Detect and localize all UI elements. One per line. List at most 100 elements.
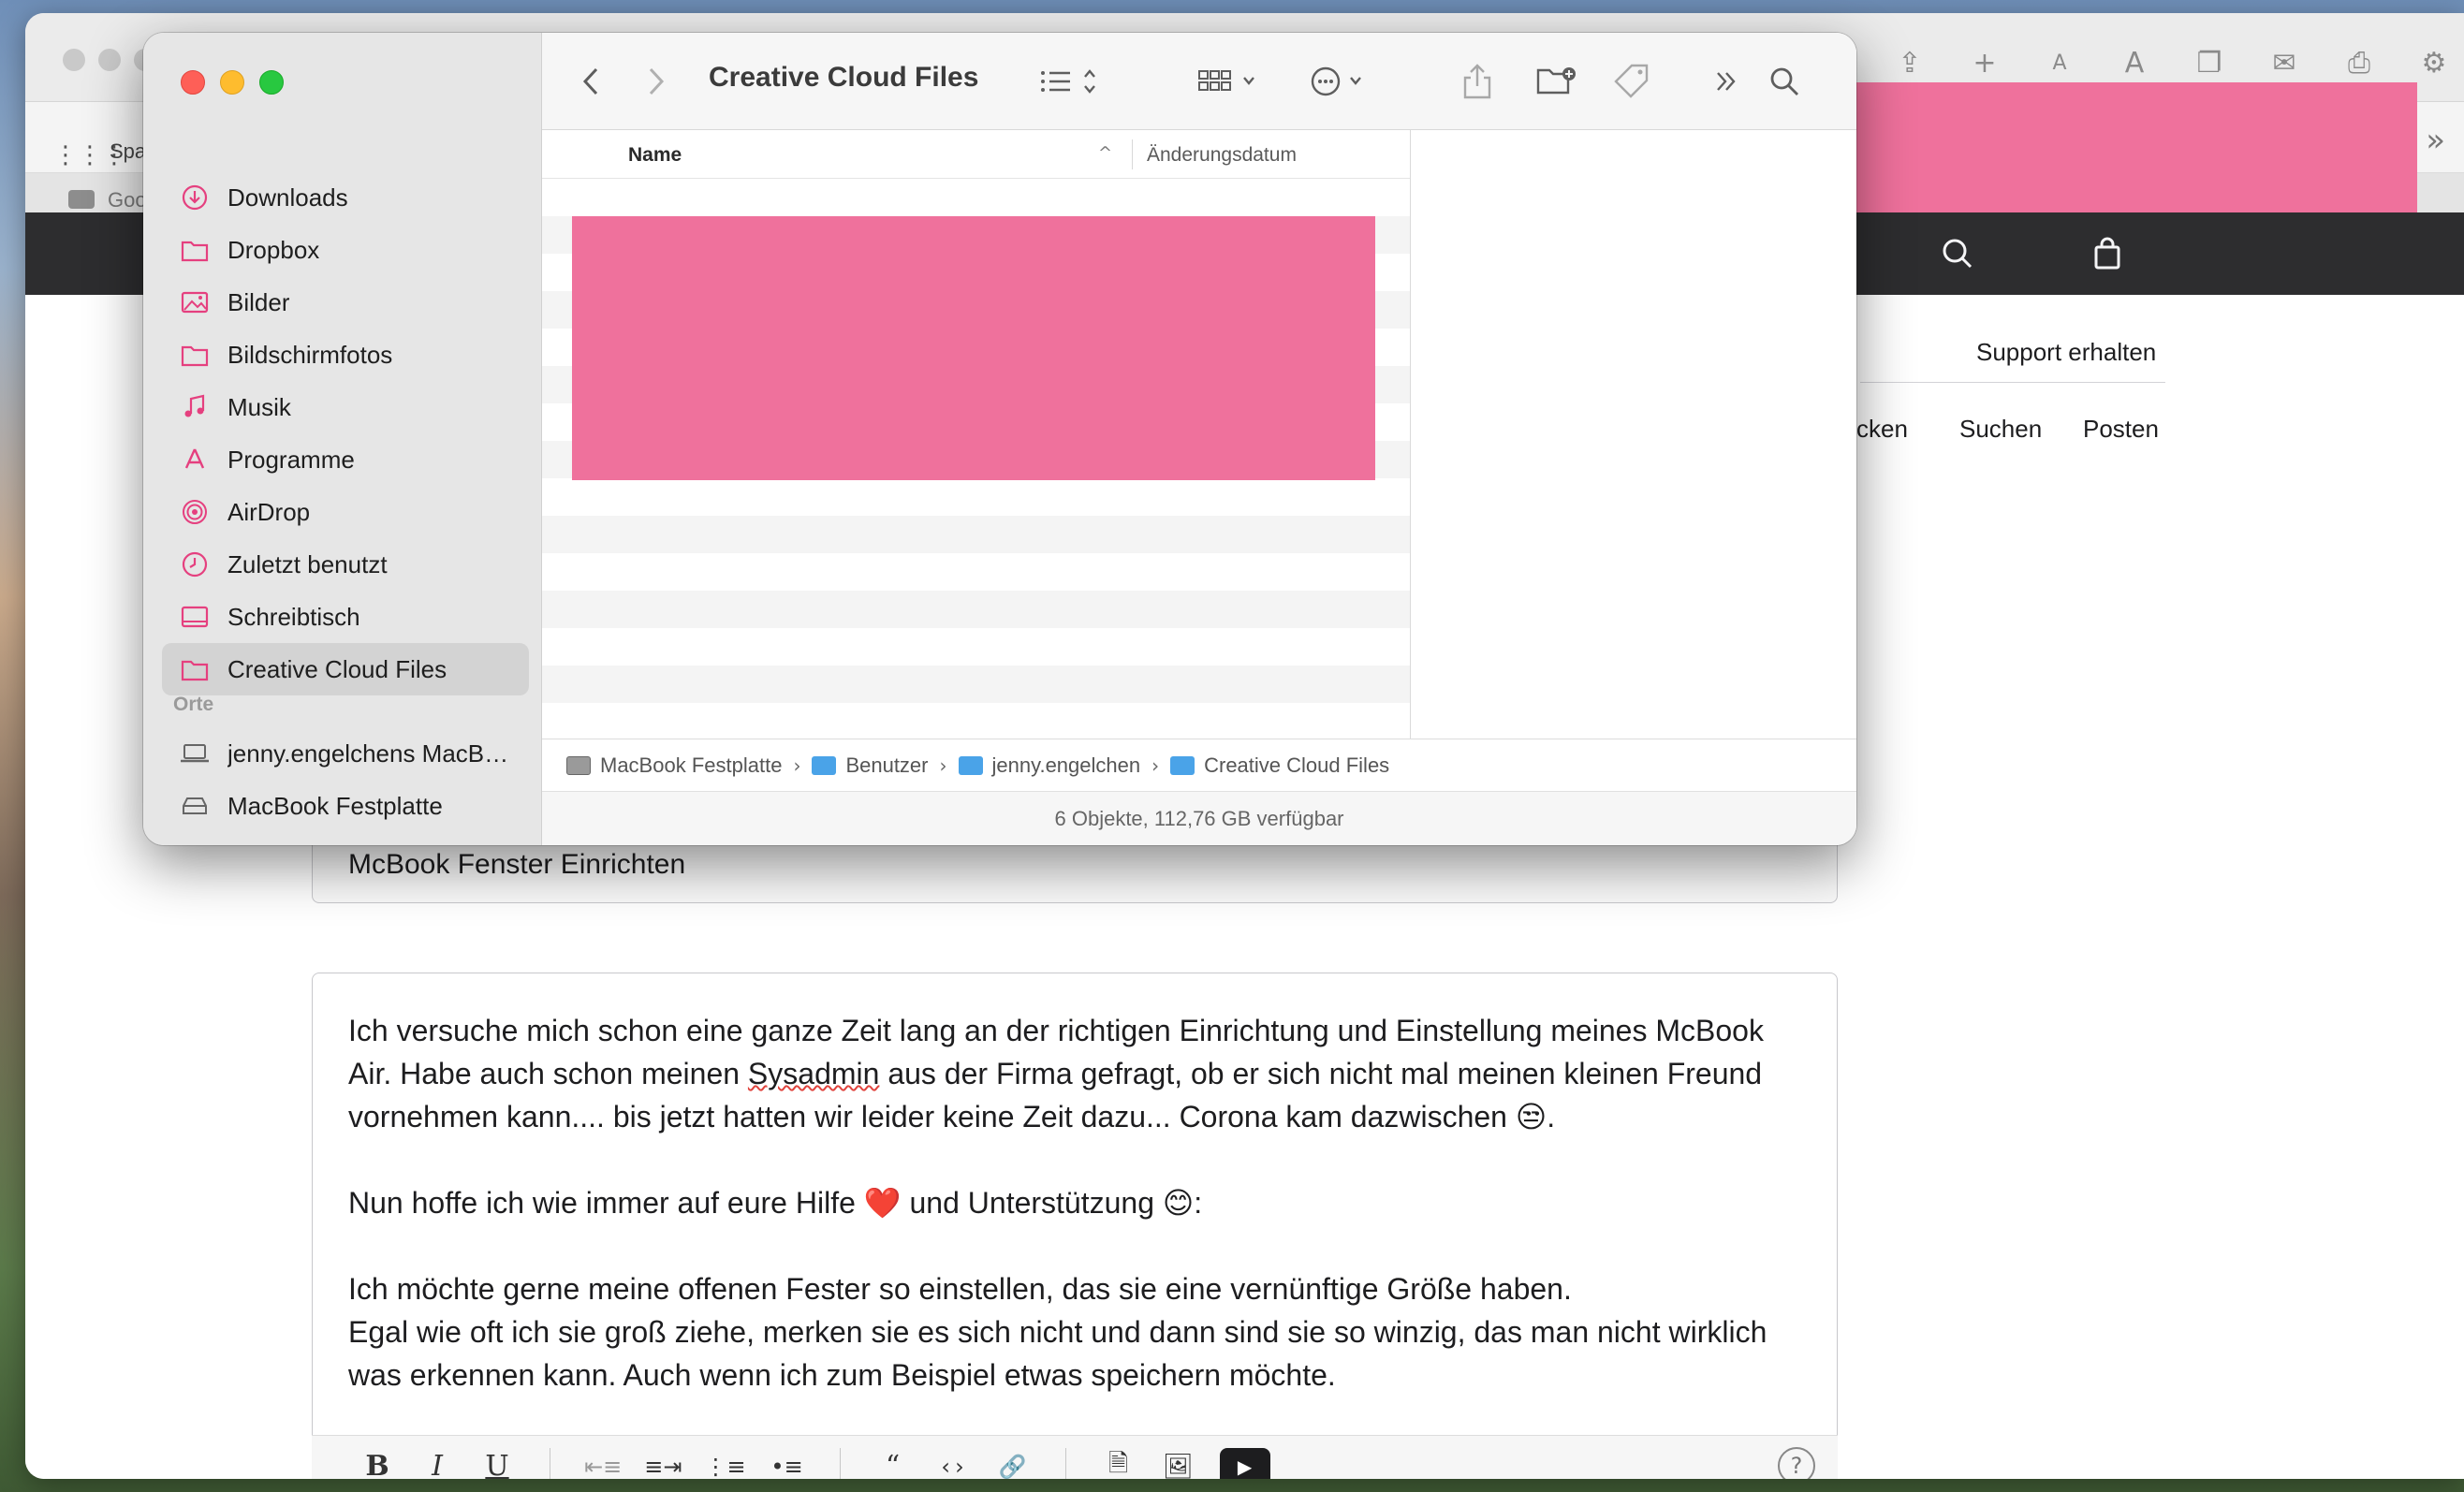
- finder-window: Downloads Dropbox Bilder Bildschirmfotos…: [143, 33, 1856, 845]
- bold-button[interactable]: B: [359, 1448, 396, 1479]
- sidebar-item-label: jenny.engelchens MacBook Air: [227, 739, 518, 768]
- close-button[interactable]: [181, 70, 205, 95]
- outdent-icon[interactable]: ⇤≡: [584, 1448, 622, 1480]
- tab-label[interactable]: Goo: [108, 188, 147, 212]
- favorite-item[interactable]: Spa: [110, 139, 146, 164]
- folder-icon: [179, 339, 211, 371]
- sidebar-item-downloads[interactable]: Downloads: [162, 171, 529, 224]
- sidebar-item-schreibtisch[interactable]: Schreibtisch: [162, 591, 529, 643]
- sidebar-item-creative-cloud-files[interactable]: Creative Cloud Files: [162, 643, 529, 695]
- zoom-button[interactable]: [259, 70, 284, 95]
- paragraph-line: Ich möchte gerne meine offenen Fester so…: [348, 1272, 1572, 1306]
- new-tab-icon[interactable]: +: [1968, 47, 2002, 80]
- sidebar-item-bilder[interactable]: Bilder: [162, 276, 529, 329]
- folder-icon: [958, 755, 983, 775]
- text: :: [1194, 1186, 1203, 1220]
- sidebar-item-label: AirDrop: [227, 497, 311, 526]
- path-item[interactable]: jenny.engelchen: [958, 753, 1140, 778]
- indent-icon[interactable]: ≡⇥: [644, 1448, 682, 1480]
- post-body-editor[interactable]: Ich versuche mich schon eine ganze Zeit …: [312, 973, 1838, 1479]
- more-tabs-icon[interactable]: »: [2426, 122, 2445, 159]
- editor-toolbar: B I U ⇤≡ ≡⇥ ⋮≡ •≡ “ ‹› 🔗 🗎 🖼 ▶ ?: [312, 1435, 1838, 1479]
- double-chevron-right-icon: [1717, 72, 1736, 91]
- bullet-list-icon[interactable]: •≡: [769, 1448, 806, 1480]
- unamused-emoji: 😒: [1515, 1099, 1547, 1134]
- hard-disk-icon: [566, 755, 591, 775]
- text-larger-icon[interactable]: A: [2118, 47, 2151, 80]
- settings-gear-icon[interactable]: ⚙: [2417, 47, 2451, 80]
- underline-button[interactable]: U: [478, 1448, 516, 1479]
- code-icon[interactable]: ‹›: [934, 1448, 972, 1480]
- text: und Unterstützung: [901, 1186, 1163, 1220]
- print-icon[interactable]: ⎙: [2342, 47, 2376, 80]
- share-icon[interactable]: ⇪: [1893, 47, 1927, 80]
- path-item[interactable]: Benutzer: [812, 753, 929, 778]
- quote-icon[interactable]: “: [874, 1448, 912, 1479]
- sub-nav-item[interactable]: cken: [1856, 415, 1908, 444]
- link-icon[interactable]: 🔗: [994, 1448, 1032, 1480]
- column-name-header[interactable]: Name: [628, 144, 682, 167]
- locations-list: jenny.engelchens MacBook Air MacBook Fes…: [162, 727, 529, 832]
- redacted-file-list: [572, 216, 1375, 480]
- tag-icon: [1614, 64, 1649, 98]
- sub-nav-post[interactable]: Posten: [2083, 415, 2159, 444]
- column-date-header[interactable]: Änderungsdatum: [1147, 144, 1297, 167]
- column-divider[interactable]: [1132, 139, 1133, 169]
- browser-tools: ⇪ + A A ❐ ✉ ⎙ ⚙: [1893, 47, 2464, 80]
- mail-icon[interactable]: ✉: [2267, 47, 2301, 80]
- sidebar-item-dropbox[interactable]: Dropbox: [162, 224, 529, 276]
- sidebar-item-macbook[interactable]: jenny.engelchens MacBook Air: [162, 727, 529, 780]
- back-button[interactable]: [579, 63, 602, 100]
- path-separator-icon: ›: [939, 753, 947, 777]
- table-row: [542, 478, 1410, 516]
- paragraph: Nun hoffe ich wie immer auf eure Hilfe ❤…: [348, 1181, 1809, 1224]
- share-button[interactable]: [1461, 63, 1493, 100]
- new-folder-button[interactable]: [1536, 63, 1577, 100]
- sidebar-item-airdrop[interactable]: AirDrop: [162, 486, 529, 538]
- new-folder-icon: [1536, 67, 1576, 95]
- path-item[interactable]: MacBook Festplatte: [566, 753, 782, 778]
- shopping-bag-icon[interactable]: [2089, 235, 2126, 272]
- table-row: [542, 666, 1410, 703]
- path-separator-icon: ›: [1151, 753, 1160, 777]
- tab-overview-icon[interactable]: ❐: [2193, 47, 2226, 80]
- sidebar-item-bildschirmfotos[interactable]: Bildschirmfotos: [162, 329, 529, 381]
- action-button[interactable]: [1310, 63, 1375, 100]
- paragraph-line: Egal wie oft ich sie groß ziehe, merken …: [348, 1315, 1767, 1392]
- help-icon[interactable]: ?: [1778, 1447, 1815, 1479]
- forward-button[interactable]: [645, 63, 667, 100]
- table-row[interactable]: [542, 179, 1410, 216]
- text-smaller-icon[interactable]: A: [2043, 47, 2076, 80]
- search-icon[interactable]: [1939, 235, 1976, 272]
- file-list[interactable]: Name ^ Änderungsdatum: [542, 130, 1411, 739]
- video-icon[interactable]: ▶: [1219, 1447, 1270, 1479]
- sidebar-item-label: MacBook Festplatte: [227, 791, 443, 820]
- minimize-button[interactable]: [220, 70, 244, 95]
- sort-ascending-icon[interactable]: ^: [1098, 143, 1112, 163]
- tags-button[interactable]: [1613, 63, 1650, 100]
- browser-minimize-button[interactable]: [98, 49, 121, 71]
- italic-button[interactable]: I: [418, 1448, 456, 1479]
- sidebar-item-macbook-festplatte[interactable]: MacBook Festplatte: [162, 780, 529, 832]
- table-row: [542, 703, 1410, 739]
- sidebar-item-musik[interactable]: Musik: [162, 381, 529, 433]
- toolbar-overflow-button[interactable]: [1712, 63, 1740, 100]
- list-view-button[interactable]: [1038, 63, 1104, 100]
- image-icon[interactable]: 🖼: [1160, 1448, 1197, 1480]
- music-icon: [179, 391, 211, 423]
- sidebar-item-programme[interactable]: Programme: [162, 433, 529, 486]
- path-item[interactable]: Creative Cloud Files: [1170, 753, 1389, 778]
- paragraph: Ich versuche mich schon eine ganze Zeit …: [348, 1009, 1809, 1138]
- document-icon[interactable]: 🗎: [1100, 1448, 1137, 1480]
- support-link[interactable]: Support erhalten: [1976, 338, 2156, 367]
- group-button[interactable]: [1197, 63, 1263, 100]
- divider: [1064, 1447, 1066, 1479]
- sidebar-item-zuletzt-benutzt[interactable]: Zuletzt benutzt: [162, 538, 529, 591]
- photo-icon: [179, 286, 211, 318]
- sub-nav-search[interactable]: Suchen: [1959, 415, 2042, 444]
- path-label: MacBook Festplatte: [600, 753, 783, 777]
- sidebar-item-label: Schreibtisch: [227, 602, 360, 631]
- browser-close-button[interactable]: [63, 49, 85, 71]
- numbered-list-icon[interactable]: ⋮≡: [704, 1448, 745, 1480]
- search-button[interactable]: [1768, 63, 1800, 100]
